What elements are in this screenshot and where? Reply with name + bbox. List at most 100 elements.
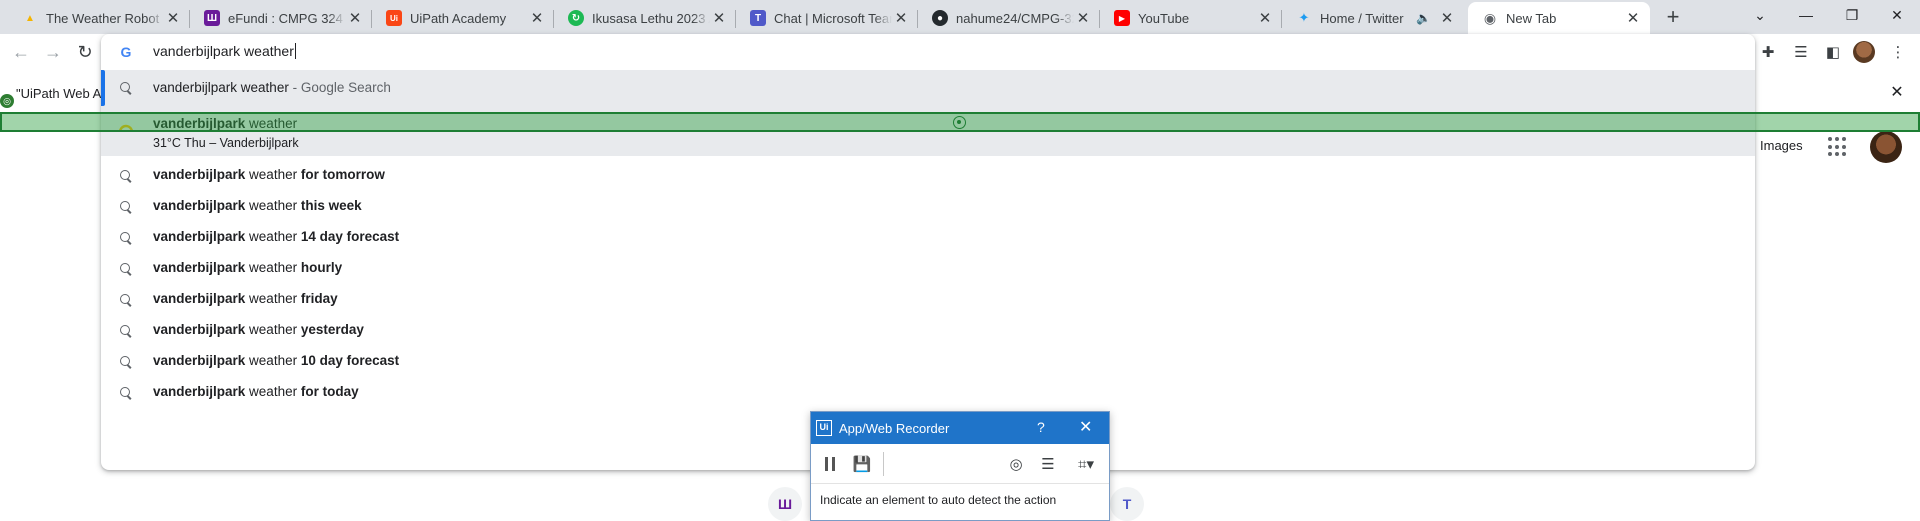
google-account-avatar[interactable] bbox=[1870, 131, 1902, 163]
close-icon[interactable]: ✕ bbox=[1624, 9, 1642, 27]
recorder-toolbar: 💾 ◎ ☰ ⌗▾ bbox=[811, 444, 1109, 484]
search-icon bbox=[118, 261, 134, 277]
tab-twitter[interactable]: ✦ Home / Twitter 🔈 ✕ bbox=[1282, 2, 1464, 34]
kebab-menu-icon[interactable]: ⋮ bbox=[1888, 42, 1908, 62]
suggestion-item[interactable]: vanderbijlpark weather 14 day forecast bbox=[101, 222, 1755, 253]
search-icon bbox=[118, 80, 134, 96]
tab-weather-robot[interactable]: ▲ The Weather Robot | R ✕ bbox=[8, 2, 190, 34]
new-tab-button[interactable]: + bbox=[1661, 6, 1685, 30]
tab-efundi[interactable]: Ш eFundi : CMPG 324 1- ✕ bbox=[190, 2, 372, 34]
teams-icon: T bbox=[750, 10, 766, 26]
uipath-icon: Ui bbox=[386, 10, 402, 26]
tab-title: Chat | Microsoft Teams bbox=[774, 10, 892, 26]
close-icon[interactable]: ✕ bbox=[892, 9, 910, 27]
tab-title: Home / Twitter bbox=[1320, 10, 1404, 26]
suggestion-text: vanderbijlpark weather 10 day forecast bbox=[153, 353, 400, 368]
weather-answer-title: vanderbijlpark weather bbox=[153, 116, 298, 131]
youtube-icon: ▶ bbox=[1114, 10, 1130, 26]
extensions-puzzle-icon[interactable]: ✚ bbox=[1758, 42, 1778, 62]
screenshot-dropdown-icon[interactable]: ⌗▾ bbox=[1069, 454, 1103, 474]
suggestion-item[interactable]: vanderbijlpark weather for today bbox=[101, 377, 1755, 408]
suggestion-text: vanderbijlpark weather 14 day forecast bbox=[153, 229, 400, 244]
tab-uipath-academy[interactable]: Ui UiPath Academy ✕ bbox=[372, 2, 554, 34]
close-icon[interactable]: ✕ bbox=[528, 9, 546, 27]
window-close-icon[interactable]: ✕ bbox=[1874, 0, 1920, 30]
side-panel-icon[interactable]: ◧ bbox=[1823, 42, 1843, 62]
search-icon bbox=[118, 168, 134, 184]
tab-title: UiPath Academy bbox=[410, 10, 507, 26]
teams-shortcut-icon[interactable]: T bbox=[1110, 487, 1144, 521]
search-icon bbox=[118, 230, 134, 246]
search-icon bbox=[118, 323, 134, 339]
tab-title: Ikusasa Lethu 2023 Ap bbox=[592, 10, 710, 26]
back-arrow-icon[interactable]: ← bbox=[11, 42, 31, 62]
suggestion-item[interactable]: vanderbijlpark weather friday bbox=[101, 284, 1755, 315]
save-icon[interactable]: 💾 bbox=[851, 454, 873, 474]
google-images-link[interactable]: Images bbox=[1760, 138, 1803, 153]
suggestion-google-search[interactable]: vanderbijlpark weather - Google Search bbox=[101, 70, 1755, 106]
omnibox-dropdown: G vanderbijlpark weather vanderbijlpark … bbox=[101, 34, 1755, 470]
suggestion-text: vanderbijlpark weather for tomorrow bbox=[153, 167, 385, 182]
close-icon[interactable]: ✕ bbox=[164, 9, 182, 27]
efundi-shortcut-icon[interactable]: Ш bbox=[768, 487, 802, 521]
suggestion-item[interactable]: vanderbijlpark weather 10 day forecast bbox=[101, 346, 1755, 377]
search-icon bbox=[118, 199, 134, 215]
auto-detect-icon[interactable]: ◎ bbox=[1005, 454, 1027, 474]
minimize-icon[interactable]: — bbox=[1783, 0, 1829, 30]
uipath-extension-icon[interactable]: ◎ bbox=[0, 94, 14, 108]
twitter-icon: ✦ bbox=[1298, 10, 1310, 25]
google-apps-grid-icon[interactable] bbox=[1828, 137, 1848, 157]
pause-icon[interactable] bbox=[819, 454, 841, 474]
infobar-text: "UiPath Web A bbox=[16, 86, 102, 101]
recorder-close-icon[interactable]: ✕ bbox=[1079, 417, 1092, 437]
efundi-icon: Ш bbox=[204, 10, 220, 26]
close-icon[interactable]: ✕ bbox=[1074, 9, 1092, 27]
tab-microsoft-teams[interactable]: T Chat | Microsoft Teams ✕ bbox=[736, 2, 918, 34]
suggestion-text: vanderbijlpark weather friday bbox=[153, 291, 338, 306]
close-icon[interactable]: ✕ bbox=[1256, 9, 1274, 27]
weather-sun-icon bbox=[118, 124, 134, 133]
suggestion-text: vanderbijlpark weather for today bbox=[153, 384, 359, 399]
suggestion-weather-answer[interactable]: vanderbijlpark weather 31°C Thu – Vander… bbox=[101, 106, 1755, 156]
reload-icon[interactable]: ↻ bbox=[75, 42, 95, 62]
suggestion-item[interactable]: vanderbijlpark weather hourly bbox=[101, 253, 1755, 284]
app-web-recorder-window: Ui App/Web Recorder ? ✕ 💾 ◎ ☰ ⌗▾ Indicat… bbox=[810, 411, 1110, 521]
search-icon bbox=[118, 385, 134, 401]
tab-title: New Tab bbox=[1506, 10, 1557, 26]
suggestion-text: vanderbijlpark weather hourly bbox=[153, 260, 343, 275]
tab-github[interactable]: ● nahume24/CMPG-323 ✕ bbox=[918, 2, 1100, 34]
omnibox-input[interactable]: G vanderbijlpark weather bbox=[101, 34, 1755, 70]
reading-list-icon[interactable]: ☰ bbox=[1791, 42, 1811, 62]
close-icon[interactable]: ✕ bbox=[710, 9, 728, 27]
suggestion-item[interactable]: vanderbijlpark weather for tomorrow bbox=[101, 160, 1755, 191]
close-icon[interactable]: ✕ bbox=[1438, 9, 1456, 27]
google-g-icon: G bbox=[120, 44, 132, 60]
suggestion-item[interactable]: vanderbijlpark weather this week bbox=[101, 191, 1755, 222]
restore-icon[interactable]: ❐ bbox=[1829, 0, 1875, 30]
tab-title: eFundi : CMPG 324 1- bbox=[228, 10, 346, 26]
speaker-icon[interactable]: 🔈 bbox=[1416, 11, 1434, 25]
weather-answer-detail: 31°C Thu – Vanderbijlpark bbox=[153, 136, 299, 150]
crosshair-target-icon bbox=[953, 116, 966, 129]
suggestion-item[interactable]: vanderbijlpark weather yesterday bbox=[101, 315, 1755, 346]
checklist-icon[interactable]: ☰ bbox=[1037, 454, 1059, 474]
suggestion-text: vanderbijlpark weather this week bbox=[153, 198, 362, 213]
recorder-titlebar[interactable]: Ui App/Web Recorder ? ✕ bbox=[811, 412, 1109, 444]
close-icon[interactable]: ✕ bbox=[346, 9, 364, 27]
infobar-close-icon[interactable]: ✕ bbox=[1888, 84, 1906, 102]
recorder-hint-text: Indicate an element to auto detect the a… bbox=[820, 493, 1057, 507]
uipath-logo-icon: Ui bbox=[816, 420, 832, 436]
tab-new-tab[interactable]: ◉ New Tab ✕ bbox=[1468, 2, 1650, 34]
tab-ikusasa-lethu[interactable]: ↻ Ikusasa Lethu 2023 Ap ✕ bbox=[554, 2, 736, 34]
search-icon bbox=[118, 354, 134, 370]
tab-strip: ▲ The Weather Robot | R ✕ Ш eFundi : CMP… bbox=[0, 0, 1920, 34]
github-icon: ● bbox=[932, 10, 948, 26]
omnibox-text[interactable]: vanderbijlpark weather bbox=[153, 43, 296, 59]
forward-arrow-icon[interactable]: → bbox=[43, 42, 63, 62]
tab-search-chevron-icon[interactable]: ⌄ bbox=[1737, 0, 1783, 30]
drive-icon: ▲ bbox=[25, 12, 35, 24]
help-icon[interactable]: ? bbox=[1037, 419, 1045, 435]
ikusasa-icon: ↻ bbox=[568, 10, 584, 26]
profile-avatar[interactable] bbox=[1853, 41, 1875, 63]
tab-youtube[interactable]: ▶ YouTube ✕ bbox=[1100, 2, 1282, 34]
